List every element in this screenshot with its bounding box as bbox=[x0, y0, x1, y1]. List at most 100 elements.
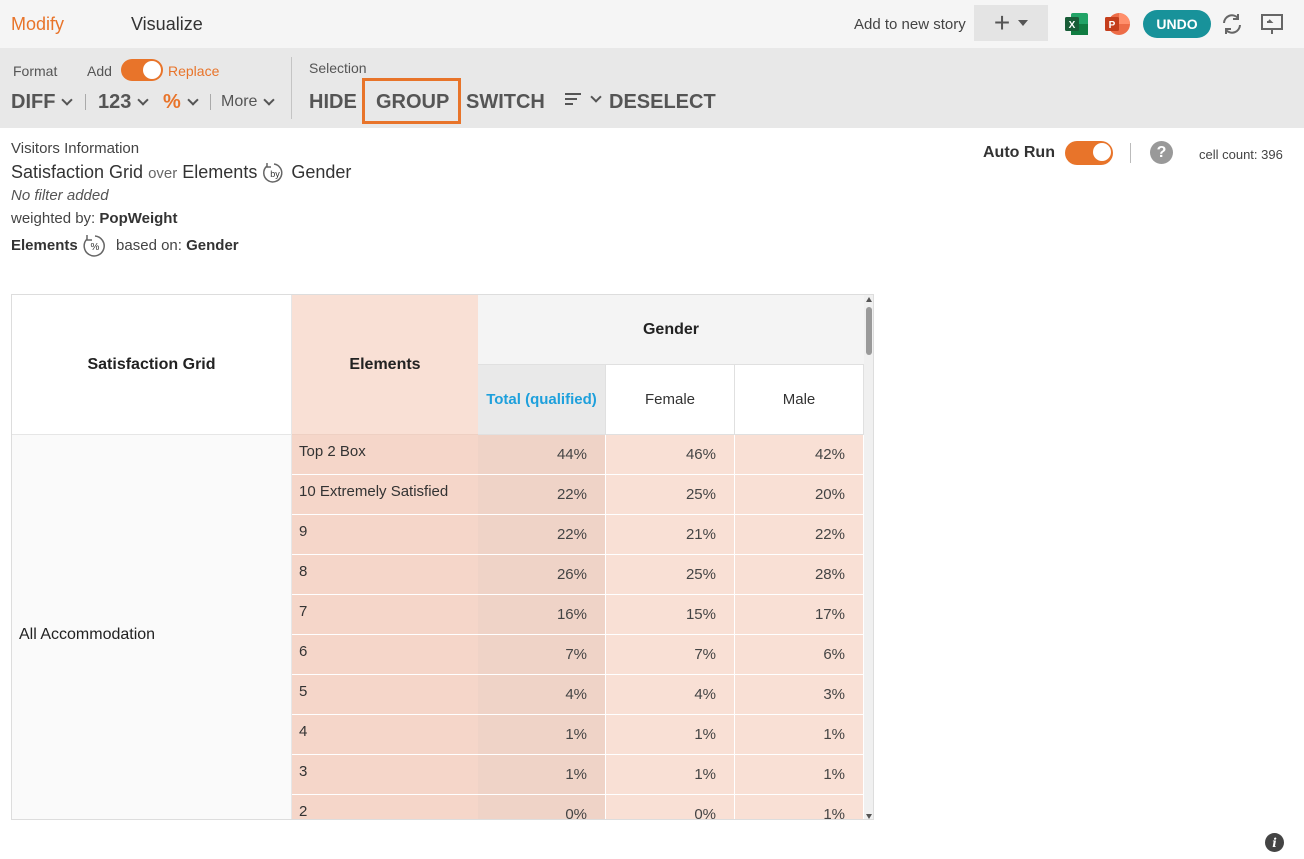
info-icon[interactable]: i bbox=[1265, 833, 1284, 852]
element-row-label[interactable]: 2 bbox=[292, 795, 478, 819]
deselect-button[interactable]: DESELECT bbox=[609, 91, 716, 114]
number-format-label: 123 bbox=[98, 91, 132, 113]
cell-total[interactable]: 0% bbox=[478, 795, 606, 819]
undo-button[interactable]: UNDO bbox=[1143, 10, 1211, 38]
element-row-label[interactable]: 6 bbox=[292, 635, 478, 675]
cell-female[interactable]: 7% bbox=[606, 635, 735, 675]
cell-female[interactable]: 0% bbox=[606, 795, 735, 819]
cell-female[interactable]: 21% bbox=[606, 515, 735, 555]
cell-female[interactable]: 25% bbox=[606, 555, 735, 595]
based-on-variable[interactable]: Gender bbox=[186, 237, 239, 254]
cell-male[interactable]: 1% bbox=[735, 755, 864, 795]
element-row-label[interactable]: 5 bbox=[292, 675, 478, 715]
hide-button[interactable]: HIDE bbox=[309, 91, 357, 114]
cell-total[interactable]: 7% bbox=[478, 635, 606, 675]
number-format-dropdown[interactable]: 123 bbox=[98, 91, 150, 114]
row-group-label[interactable]: All Accommodation bbox=[12, 435, 292, 819]
vertical-scrollbar[interactable] bbox=[864, 295, 873, 819]
svg-text:%: % bbox=[90, 242, 99, 253]
replace-label: Replace bbox=[168, 63, 220, 79]
auto-run-toggle[interactable] bbox=[1065, 141, 1113, 165]
cell-total[interactable]: 4% bbox=[478, 675, 606, 715]
sort-icon bbox=[565, 93, 581, 105]
percent-variable[interactable]: Elements bbox=[11, 237, 78, 254]
percent-dropdown[interactable]: % bbox=[163, 91, 199, 114]
column-header-male[interactable]: Male bbox=[735, 365, 864, 435]
cell-total[interactable]: 1% bbox=[478, 755, 606, 795]
caret-down-icon bbox=[1018, 20, 1029, 26]
cell-male[interactable]: 1% bbox=[735, 715, 864, 755]
dataset-name: Visitors Information bbox=[11, 140, 140, 157]
cell-male[interactable]: 6% bbox=[735, 635, 864, 675]
separator bbox=[210, 94, 211, 110]
refresh-icon[interactable] bbox=[1219, 11, 1245, 37]
row-variable[interactable]: Satisfaction Grid bbox=[11, 162, 143, 182]
header-gender[interactable]: Gender bbox=[478, 295, 864, 365]
cell-male[interactable]: 42% bbox=[735, 435, 864, 475]
percent-base-icon[interactable]: % bbox=[82, 234, 108, 258]
element-row-label[interactable]: 10 Extremely Satisfied bbox=[292, 475, 478, 515]
more-dropdown[interactable]: More bbox=[221, 93, 276, 111]
column-header-female[interactable]: Female bbox=[606, 365, 735, 435]
element-row-label[interactable]: 4 bbox=[292, 715, 478, 755]
element-row-label[interactable]: 3 bbox=[292, 755, 478, 795]
cell-female[interactable]: 1% bbox=[606, 755, 735, 795]
crosstab-grid: Satisfaction Grid Elements Gender Total … bbox=[11, 294, 874, 820]
scroll-thumb[interactable] bbox=[866, 307, 872, 355]
add-replace-toggle[interactable] bbox=[121, 59, 163, 81]
diff-label: DIFF bbox=[11, 91, 56, 113]
header-elements[interactable]: Elements bbox=[292, 295, 478, 435]
cell-female[interactable]: 15% bbox=[606, 595, 735, 635]
sort-dropdown[interactable] bbox=[564, 90, 602, 107]
cell-male[interactable]: 28% bbox=[735, 555, 864, 595]
auto-run-label: Auto Run bbox=[983, 144, 1055, 161]
element-row-label[interactable]: 7 bbox=[292, 595, 478, 635]
cell-total[interactable]: 26% bbox=[478, 555, 606, 595]
cell-total[interactable]: 22% bbox=[478, 515, 606, 555]
divider bbox=[1130, 143, 1131, 163]
cell-total[interactable]: 22% bbox=[478, 475, 606, 515]
scroll-down-icon[interactable] bbox=[866, 814, 872, 819]
cell-female[interactable]: 4% bbox=[606, 675, 735, 715]
add-to-story-button[interactable]: + bbox=[974, 5, 1048, 41]
cell-male[interactable]: 22% bbox=[735, 515, 864, 555]
column-variable-1[interactable]: Elements bbox=[182, 162, 257, 182]
cell-male[interactable]: 3% bbox=[735, 675, 864, 715]
cell-female[interactable]: 25% bbox=[606, 475, 735, 515]
chevron-down-icon bbox=[137, 94, 150, 106]
column-header-total[interactable]: Total (qualified) bbox=[478, 365, 606, 435]
weight-variable[interactable]: PopWeight bbox=[99, 210, 177, 227]
chevron-down-icon bbox=[187, 94, 199, 106]
cell-female[interactable]: 46% bbox=[606, 435, 735, 475]
cell-male[interactable]: 1% bbox=[735, 795, 864, 819]
add-to-story-label[interactable]: Add to new story bbox=[854, 16, 966, 33]
tab-modify[interactable]: Modify bbox=[11, 14, 64, 35]
excel-icon[interactable]: X bbox=[1064, 11, 1090, 37]
present-icon[interactable] bbox=[1259, 11, 1285, 37]
element-row-label[interactable]: 8 bbox=[292, 555, 478, 595]
cell-male[interactable]: 20% bbox=[735, 475, 864, 515]
help-icon[interactable]: ? bbox=[1150, 141, 1173, 164]
group-highlight-box bbox=[362, 78, 461, 124]
diff-dropdown[interactable]: DIFF bbox=[11, 91, 74, 114]
filter-status[interactable]: No filter added bbox=[11, 187, 109, 204]
svg-text:X: X bbox=[1069, 20, 1076, 31]
column-variable-2[interactable]: Gender bbox=[291, 162, 351, 182]
cell-male[interactable]: 17% bbox=[735, 595, 864, 635]
element-row-label[interactable]: Top 2 Box bbox=[292, 435, 478, 475]
element-row-label[interactable]: 9 bbox=[292, 515, 478, 555]
plus-icon: + bbox=[993, 7, 1011, 38]
cell-total[interactable]: 16% bbox=[478, 595, 606, 635]
header-row-variable[interactable]: Satisfaction Grid bbox=[12, 295, 292, 435]
nest-by-icon[interactable]: by bbox=[262, 162, 286, 184]
weight-info: weighted by: PopWeight bbox=[11, 210, 177, 227]
cell-total[interactable]: 44% bbox=[478, 435, 606, 475]
switch-button[interactable]: SWITCH bbox=[466, 91, 545, 114]
tab-visualize[interactable]: Visualize bbox=[131, 14, 203, 35]
cell-female[interactable]: 1% bbox=[606, 715, 735, 755]
chevron-down-icon bbox=[590, 90, 602, 103]
percent-label: % bbox=[163, 91, 181, 113]
powerpoint-icon[interactable]: P bbox=[1104, 11, 1130, 37]
scroll-up-icon[interactable] bbox=[866, 297, 872, 302]
cell-total[interactable]: 1% bbox=[478, 715, 606, 755]
